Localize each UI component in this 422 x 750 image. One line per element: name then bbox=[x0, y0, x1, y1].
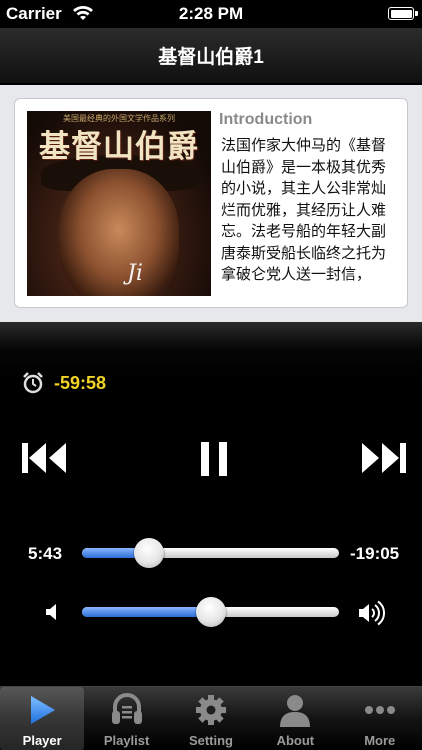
navigation-bar: 基督山伯爵1 bbox=[0, 28, 422, 84]
introduction-card: 美国最经典的外国文学作品系列 基督山伯爵 Ji Introduction 法国作… bbox=[14, 98, 408, 308]
progress-slider-knob[interactable] bbox=[133, 538, 164, 568]
tab-player[interactable]: Player bbox=[0, 687, 85, 750]
tab-playlist[interactable]: Playlist bbox=[84, 687, 168, 750]
more-dots-icon bbox=[364, 706, 395, 714]
tab-more[interactable]: More bbox=[338, 687, 422, 750]
tab-label: Player bbox=[22, 733, 62, 748]
cover-portrait bbox=[59, 169, 179, 296]
book-cover-image: 美国最经典的外国文学作品系列 基督山伯爵 Ji bbox=[27, 111, 211, 296]
tab-bar: Player Playlist Setting About More bbox=[0, 686, 422, 750]
tab-setting[interactable]: Setting bbox=[169, 687, 253, 750]
cover-title: 基督山伯爵 bbox=[39, 129, 199, 164]
page-title: 基督山伯爵1 bbox=[158, 47, 264, 68]
play-icon bbox=[31, 696, 56, 724]
volume-low-icon bbox=[46, 604, 56, 620]
tab-label: About bbox=[276, 733, 315, 748]
battery-icon bbox=[388, 7, 418, 20]
cover-signature: Ji bbox=[127, 261, 143, 286]
progress-slider[interactable] bbox=[82, 538, 339, 568]
tab-label: Setting bbox=[188, 733, 233, 748]
sleep-timer-value: -59:58 bbox=[54, 372, 107, 393]
status-time: 2:28 PM bbox=[178, 4, 244, 23]
gear-icon bbox=[195, 695, 226, 725]
previous-track-button[interactable] bbox=[20, 441, 70, 475]
volume-slider[interactable] bbox=[82, 597, 339, 627]
volume-slider-filled bbox=[82, 607, 211, 617]
introduction-heading: Introduction bbox=[219, 111, 313, 128]
playlist-icon bbox=[111, 693, 142, 724]
tab-label: Playlist bbox=[103, 733, 150, 748]
pause-button[interactable] bbox=[199, 440, 229, 478]
alarm-clock-icon bbox=[23, 372, 43, 394]
remaining-time: -19:05 bbox=[350, 544, 400, 563]
elapsed-time: 5:43 bbox=[28, 544, 63, 563]
next-track-button[interactable] bbox=[358, 441, 408, 475]
status-bar: Carrier 2:28 PM bbox=[0, 0, 422, 28]
sleep-timer[interactable]: -59:58 bbox=[22, 372, 106, 394]
tab-about[interactable]: About bbox=[253, 687, 337, 750]
volume-slider-knob[interactable] bbox=[195, 597, 226, 627]
tab-label: More bbox=[364, 733, 396, 748]
volume-high-icon bbox=[359, 600, 385, 626]
introduction-text[interactable]: 法国作家大仲马的《基督山伯爵》是一本极其优秀的小说，其主人公非常灿烂而优雅，其经… bbox=[221, 135, 397, 295]
person-icon bbox=[280, 695, 311, 727]
